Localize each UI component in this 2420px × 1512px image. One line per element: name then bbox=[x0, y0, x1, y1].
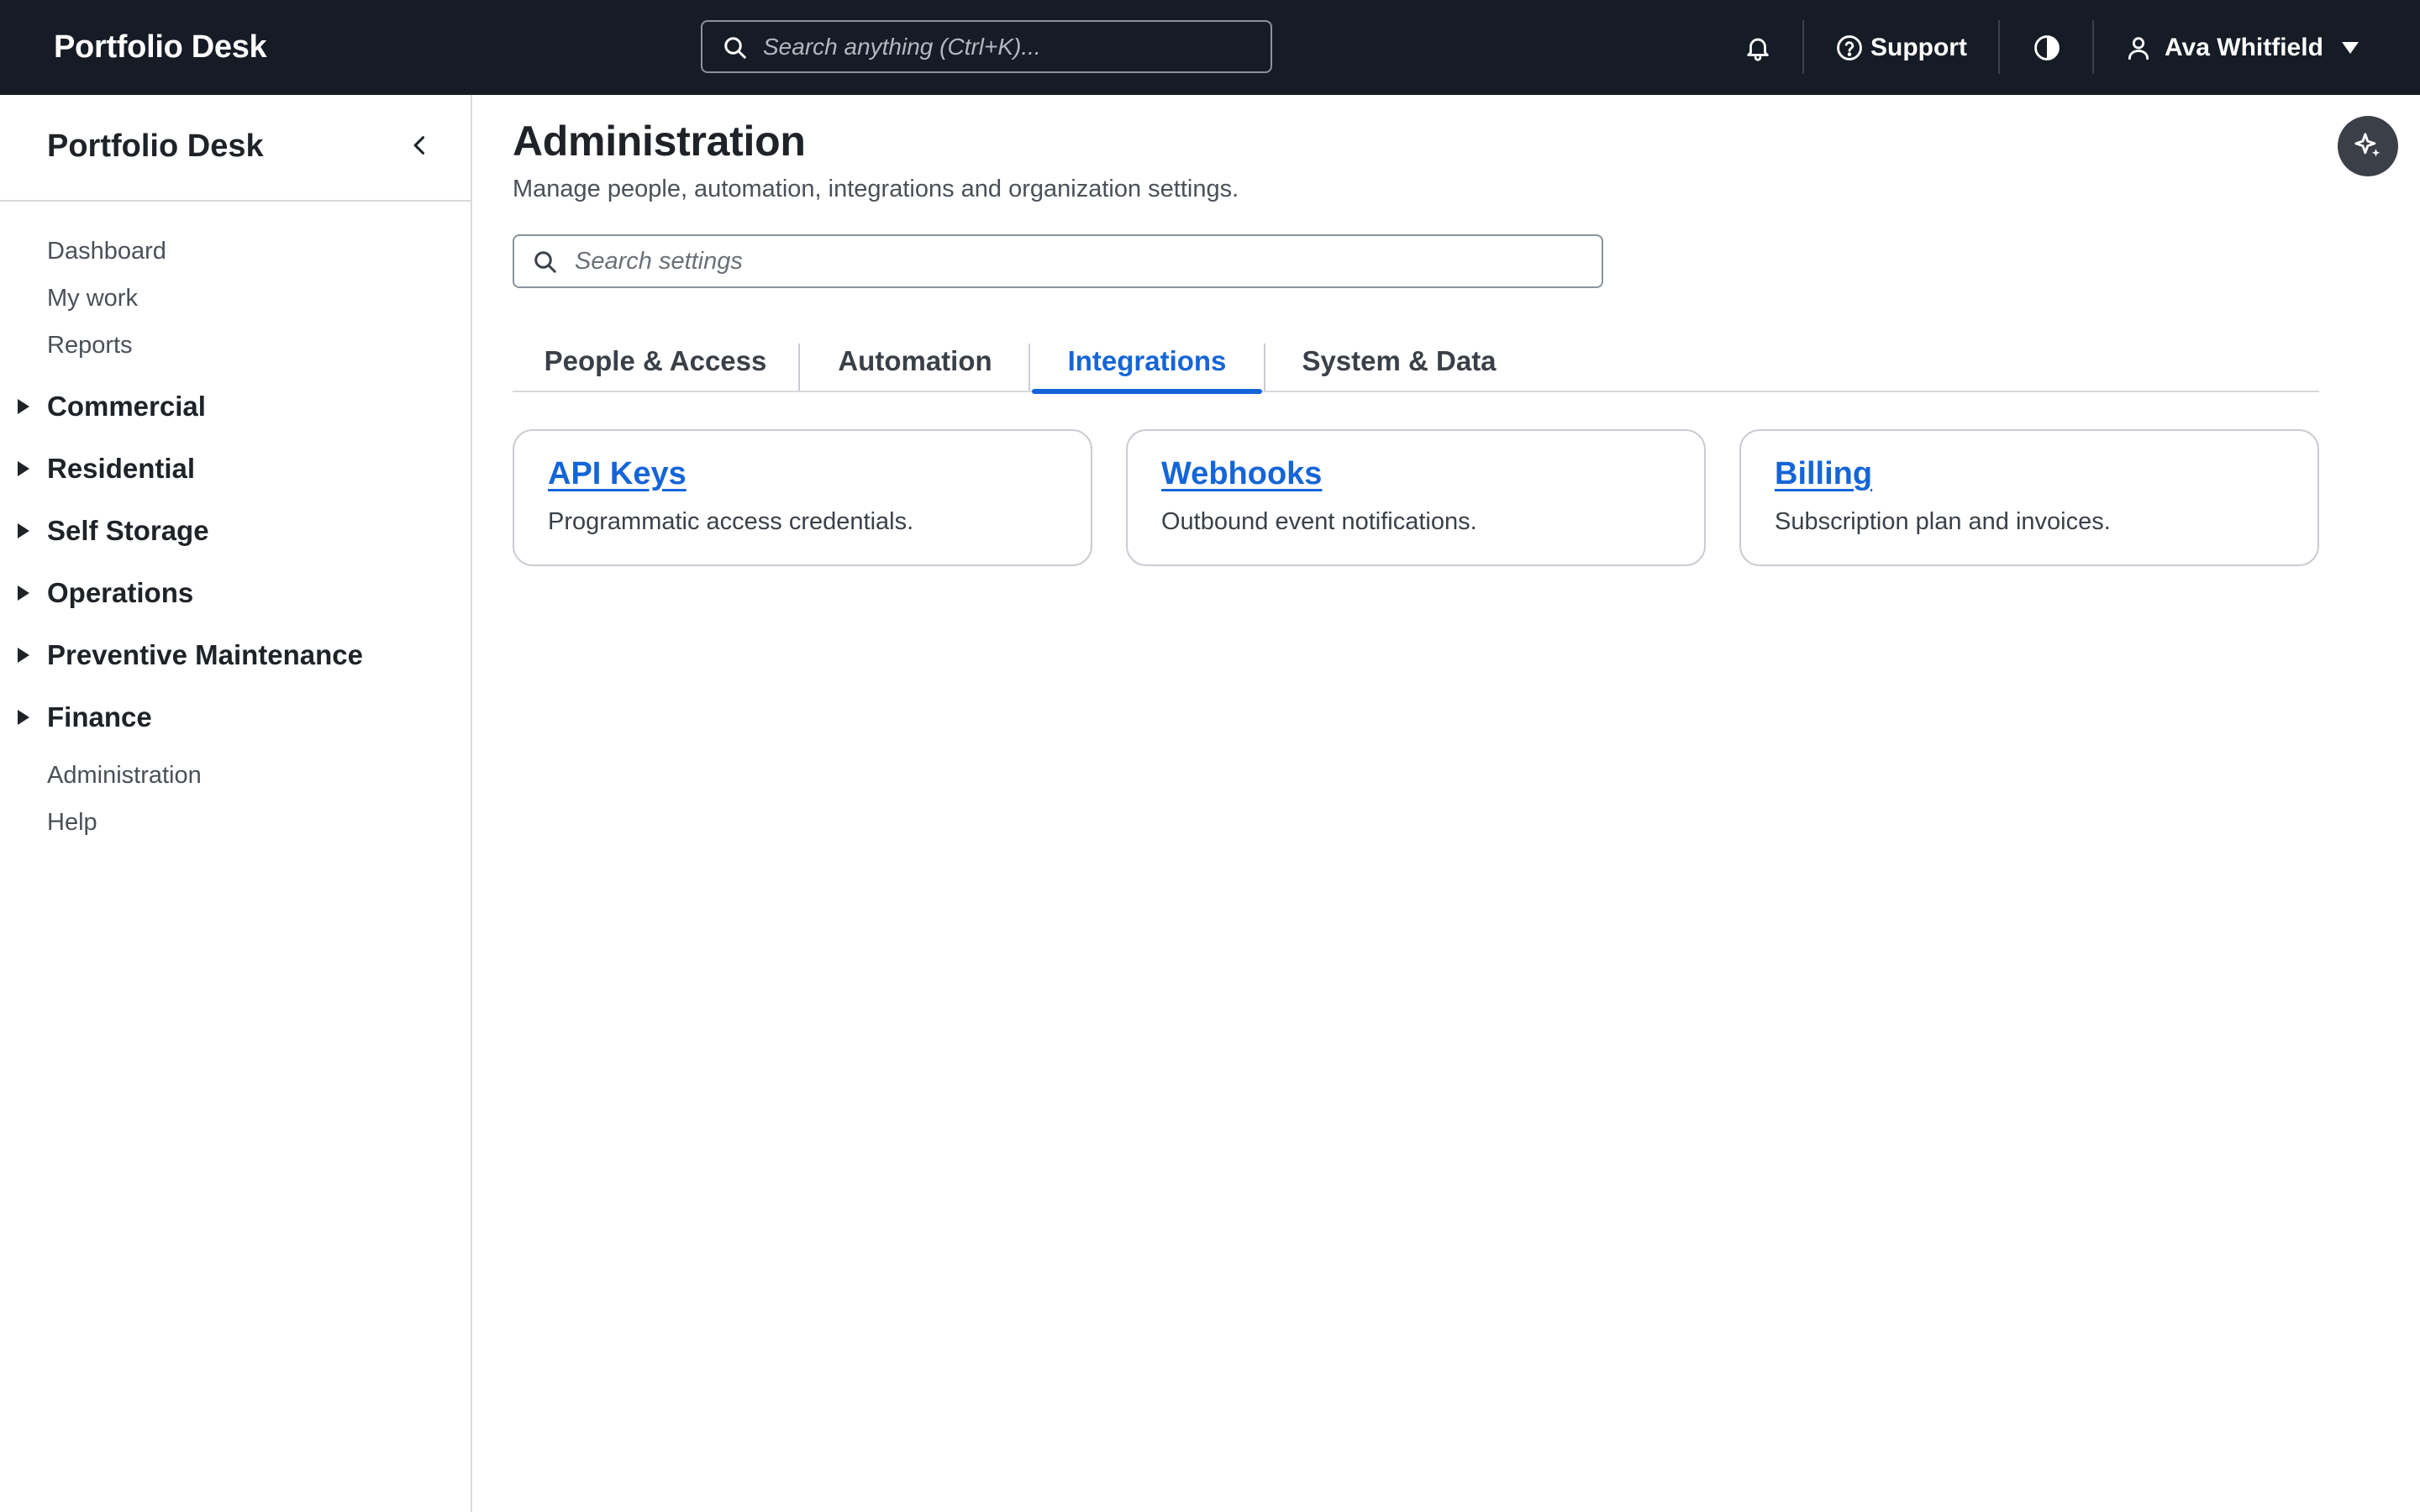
billing-link[interactable]: Billing bbox=[1775, 456, 1872, 492]
sidebar-group-label: Operations bbox=[47, 577, 194, 608]
bell-icon bbox=[1747, 38, 1769, 61]
user-icon bbox=[2128, 36, 2149, 60]
main-content: Administration Manage people, automation… bbox=[472, 95, 2420, 1512]
user-name: Ava Whitfield bbox=[2165, 33, 2323, 61]
webhooks-link[interactable]: Webhooks bbox=[1161, 456, 1322, 492]
sidebar-group-finance[interactable]: Finance bbox=[17, 697, 152, 738]
contrast-icon bbox=[2034, 34, 2060, 60]
sidebar-group-self-storage[interactable]: Self Storage bbox=[17, 511, 209, 551]
page-title: Administration bbox=[513, 118, 806, 165]
sidebar-item-administration[interactable]: Administration bbox=[47, 762, 202, 790]
card-api-keys: API Keys Programmatic access credentials… bbox=[513, 429, 1092, 566]
chevron-left-icon bbox=[413, 136, 425, 155]
card-webhooks: Webhooks Outbound event notifications. bbox=[1126, 429, 1706, 566]
tab-automation[interactable]: Automation bbox=[800, 339, 1030, 392]
card-description: Programmatic access credentials. bbox=[548, 508, 914, 535]
card-description: Outbound event notifications. bbox=[1161, 508, 1477, 535]
sidebar-group-label: Preventive Maintenance bbox=[47, 639, 363, 670]
sparkle-icon bbox=[2354, 133, 2381, 157]
caret-down-icon bbox=[2341, 41, 2359, 54]
ai-assistant-button[interactable] bbox=[2338, 116, 2398, 176]
global-search-input[interactable] bbox=[763, 22, 1259, 71]
user-menu-button[interactable]: Ava Whitfield bbox=[2124, 0, 2360, 95]
tab-divider bbox=[1028, 344, 1030, 391]
sidebar: Portfolio Desk Dashboard My work Reports… bbox=[0, 95, 472, 1512]
collapse-sidebar-button[interactable] bbox=[403, 129, 437, 162]
sidebar-group-commercial[interactable]: Commercial bbox=[17, 386, 206, 427]
topbar-divider bbox=[2092, 20, 2094, 74]
card-billing: Billing Subscription plan and invoices. bbox=[1739, 429, 2319, 566]
caret-right-icon bbox=[18, 461, 29, 476]
caret-right-icon bbox=[18, 523, 29, 538]
sidebar-group-preventive-maintenance[interactable]: Preventive Maintenance bbox=[17, 635, 363, 675]
settings-search-input[interactable] bbox=[575, 236, 1583, 286]
global-search[interactable] bbox=[701, 20, 1272, 73]
admin-tabs: People & Access Automation Integrations … bbox=[513, 339, 2319, 394]
brand-title[interactable]: Portfolio Desk bbox=[54, 0, 267, 95]
topbar-divider bbox=[1802, 20, 1804, 74]
support-button[interactable]: Support bbox=[1835, 0, 1967, 95]
caret-right-icon bbox=[18, 648, 29, 663]
api-keys-link[interactable]: API Keys bbox=[548, 456, 687, 492]
sidebar-group-label: Self Storage bbox=[47, 515, 209, 546]
card-description: Subscription plan and invoices. bbox=[1775, 508, 2111, 535]
caret-right-icon bbox=[18, 585, 29, 601]
sidebar-item-my-work[interactable]: My work bbox=[47, 285, 138, 312]
sidebar-item-dashboard[interactable]: Dashboard bbox=[47, 238, 166, 265]
search-icon bbox=[724, 37, 746, 59]
theme-toggle-button[interactable] bbox=[2030, 0, 2064, 95]
help-circle-icon bbox=[1837, 34, 1862, 60]
caret-right-icon bbox=[18, 399, 29, 414]
sidebar-title: Portfolio Desk bbox=[47, 129, 264, 164]
notifications-button[interactable] bbox=[1741, 0, 1775, 95]
page-subtitle: Manage people, automation, integrations … bbox=[513, 176, 1239, 202]
top-bar: Portfolio Desk Support Ava Whitfield bbox=[0, 0, 2420, 95]
sidebar-header: Portfolio Desk bbox=[0, 95, 471, 202]
sidebar-group-label: Residential bbox=[47, 453, 196, 484]
tab-people-access[interactable]: People & Access bbox=[513, 339, 798, 392]
sidebar-item-reports[interactable]: Reports bbox=[47, 332, 133, 360]
tab-system-data[interactable]: System & Data bbox=[1265, 339, 1533, 392]
sidebar-item-help[interactable]: Help bbox=[47, 809, 97, 837]
topbar-divider bbox=[1998, 20, 2000, 74]
tab-integrations[interactable]: Integrations bbox=[1032, 339, 1262, 394]
sidebar-group-operations[interactable]: Operations bbox=[17, 573, 193, 613]
sidebar-group-label: Commercial bbox=[47, 391, 206, 422]
search-icon bbox=[534, 251, 556, 273]
sidebar-group-label: Finance bbox=[47, 701, 152, 732]
settings-search[interactable] bbox=[513, 234, 1603, 288]
caret-right-icon bbox=[18, 710, 29, 725]
sidebar-group-residential[interactable]: Residential bbox=[17, 449, 195, 489]
support-label: Support bbox=[1870, 33, 1967, 61]
